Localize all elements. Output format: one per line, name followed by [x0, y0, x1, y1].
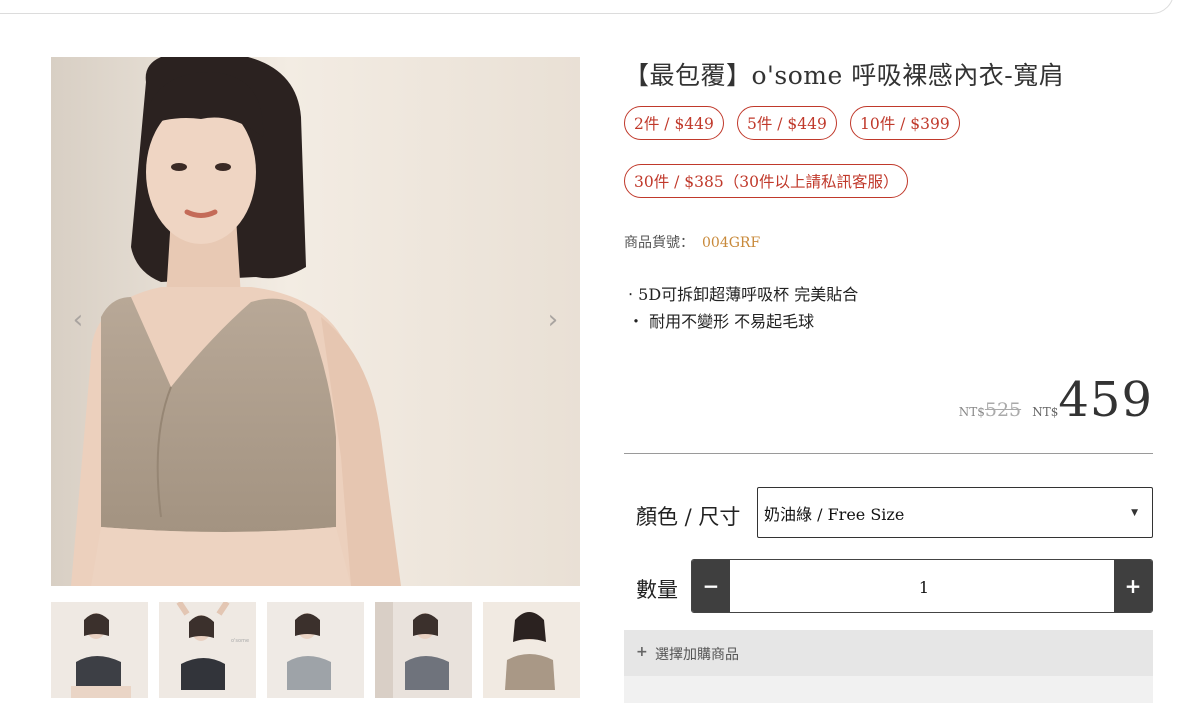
price-block: NT$525 NT$459 [959, 372, 1153, 428]
sku-label: 商品貨號： [624, 235, 694, 251]
sku-value: 004GRF [702, 235, 761, 251]
quantity-increase-button[interactable]: + [1114, 560, 1152, 612]
divider [624, 453, 1153, 454]
feature-item: ‧ 5D可拆卸超薄呼吸杯 完美貼合 [628, 285, 859, 304]
offer-tag-2[interactable]: 2件 / $449 [624, 106, 724, 140]
offer-tag-30[interactable]: 30件 / $385（30件以上請私訊客服） [624, 164, 909, 198]
thumbnail-1[interactable] [51, 602, 148, 698]
quantity-input[interactable] [732, 566, 1116, 608]
chevron-right-icon: › [547, 305, 559, 335]
bundle-offers: 2件 / $449 5件 / $449 10件 / $399 30件 / $38… [624, 106, 1064, 222]
offer-tag-5[interactable]: 5件 / $449 [736, 106, 837, 140]
variant-label: 顏色 / 尺寸 [636, 505, 741, 529]
plus-icon: + [636, 644, 648, 660]
search-bar-edge [0, 0, 1174, 14]
caret-down-icon: ▼ [1131, 508, 1138, 518]
thumbnail-3[interactable] [267, 602, 364, 698]
thumbnail-strip: o'some [51, 602, 580, 698]
sku-row: 商品貨號： 004GRF [624, 232, 760, 252]
gallery-prev-button[interactable]: ‹ [66, 302, 90, 338]
thumbnail-4[interactable] [375, 602, 472, 698]
feature-list: ‧ 5D可拆卸超薄呼吸杯 完美貼合 ‧ 耐用不變形 不易起毛球 [628, 281, 858, 335]
addon-products-toggle[interactable]: + 選擇加購商品 [624, 630, 1153, 676]
gallery-next-button[interactable]: › [541, 302, 565, 338]
original-currency: NT$ [958, 405, 985, 419]
addon-panel [624, 676, 1153, 703]
current-currency: NT$ [1032, 405, 1059, 419]
quantity-label: 數量 [636, 578, 678, 602]
product-title: 【最包覆】o'some 呼吸裸感內衣-寬肩 [624, 61, 1065, 90]
svg-text:o'some: o'some [231, 638, 249, 644]
thumbnail-2[interactable]: o'some [159, 602, 256, 698]
quantity-stepper: − + [691, 559, 1153, 613]
product-main-image[interactable] [51, 57, 580, 586]
model-photo [51, 57, 580, 586]
quantity-decrease-button[interactable]: − [692, 560, 730, 612]
variant-selected-value: 奶油綠 / Free Size [764, 505, 905, 524]
original-price: 525 [984, 399, 1022, 421]
addon-label: 選擇加購商品 [655, 647, 739, 663]
offer-tag-10[interactable]: 10件 / $399 [849, 106, 960, 140]
current-price: 459 [1058, 372, 1153, 428]
feature-item: ‧ 耐用不變形 不易起毛球 [628, 312, 815, 331]
chevron-left-icon: ‹ [72, 305, 84, 335]
thumbnail-5-selected[interactable] [483, 602, 580, 698]
variant-select[interactable]: 奶油綠 / Free Size ▼ [757, 487, 1153, 538]
